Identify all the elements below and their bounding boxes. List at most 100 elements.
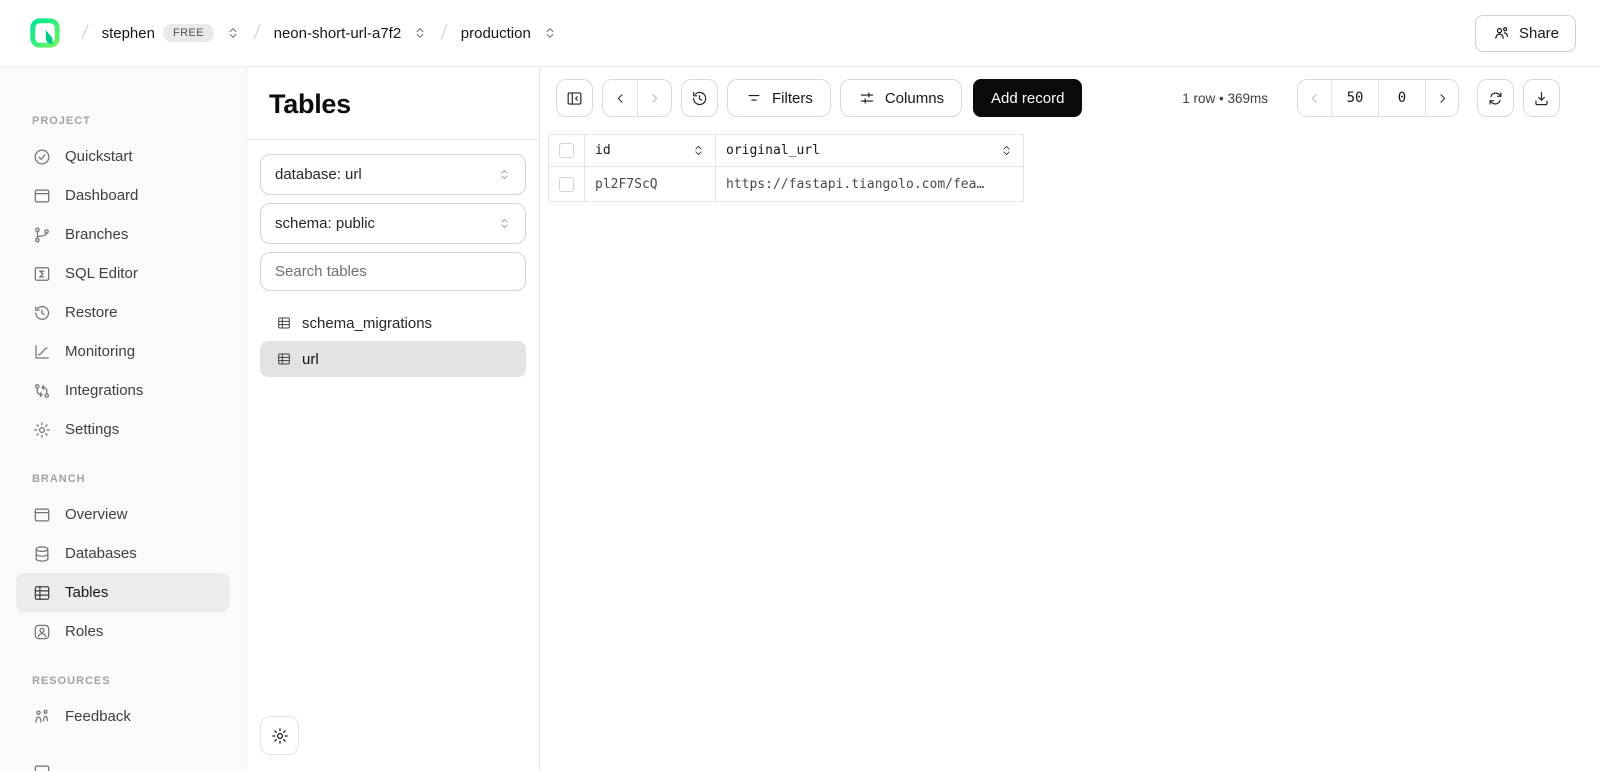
download-button[interactable]: [1523, 79, 1560, 117]
sidebar-item-settings[interactable]: Settings: [16, 410, 230, 449]
grid-row[interactable]: pl2F7ScQ https://fastapi.tiangolo.com/fe…: [549, 167, 1024, 202]
user-square-icon: [32, 622, 52, 642]
add-record-button[interactable]: Add record: [973, 79, 1082, 117]
sidebar-item-label: Feedback: [65, 708, 131, 725]
sidebar-section-branch: BRANCH: [32, 473, 230, 485]
share-label: Share: [1519, 25, 1559, 42]
sidebar-item-quickstart[interactable]: Quickstart: [16, 137, 230, 176]
row-count-stats: 1 row • 369ms: [1182, 91, 1288, 106]
sidebar-item-partial[interactable]: [16, 738, 230, 771]
sidebar-section-resources: RESOURCES: [32, 675, 230, 687]
refresh-button[interactable]: [1477, 79, 1514, 117]
git-compare-icon: [32, 381, 52, 401]
branch-name: production: [461, 25, 531, 42]
history-nav-group: [602, 79, 672, 117]
schema-select[interactable]: schema: public: [260, 203, 526, 244]
column-header-label: original_url: [726, 143, 820, 158]
chevron-updown-icon: [413, 26, 427, 40]
panel-settings-button[interactable]: [260, 716, 299, 755]
sidebar-item-label: Dashboard: [65, 187, 138, 204]
search-tables-input[interactable]: [260, 252, 526, 291]
table-icon: [276, 351, 292, 367]
sidebar-item-label: SQL Editor: [65, 265, 138, 282]
users-icon: [32, 707, 52, 727]
chevron-updown-icon: [226, 26, 240, 40]
sort-updown-icon[interactable]: [692, 144, 705, 157]
cell-original-url[interactable]: https://fastapi.tiangolo.com/fea…: [716, 167, 1024, 202]
gear-icon: [32, 420, 52, 440]
filter-icon: [745, 89, 763, 107]
sidebar-item-restore[interactable]: Restore: [16, 293, 230, 332]
share-button[interactable]: Share: [1475, 15, 1576, 52]
sort-updown-icon[interactable]: [1000, 144, 1013, 157]
sidebar-section-project: PROJECT: [32, 115, 230, 127]
breadcrumb-separator: /: [426, 22, 463, 45]
breadcrumb-project-selector[interactable]: neon-short-url-a7f2: [274, 25, 428, 42]
column-header-original-url[interactable]: original_url: [716, 135, 1024, 167]
sidebar-item-roles[interactable]: Roles: [16, 612, 230, 651]
sql-editor-icon: [32, 264, 52, 284]
page-size-field[interactable]: 50: [1331, 80, 1378, 116]
chevron-updown-icon: [543, 26, 557, 40]
forward-button[interactable]: [637, 80, 671, 116]
sidebar-item-feedback[interactable]: Feedback: [16, 697, 230, 736]
select-all-checkbox[interactable]: [559, 143, 574, 158]
breadcrumb-separator: /: [238, 22, 275, 45]
column-header-id[interactable]: id: [585, 135, 716, 167]
columns-label: Columns: [885, 90, 944, 107]
content: PROJECT Quickstart Dashboard Branches SQ…: [0, 67, 1600, 771]
collapse-panel-button[interactable]: [556, 79, 593, 117]
sidebar-item-monitoring[interactable]: Monitoring: [16, 332, 230, 371]
columns-button[interactable]: Columns: [840, 79, 962, 117]
neon-logo-icon[interactable]: [30, 18, 60, 48]
database-icon: [32, 544, 52, 564]
layout-icon: [32, 505, 52, 525]
grid-header-row: id original_url: [549, 135, 1024, 167]
tables-panel: Tables database: url schema: public: [247, 67, 540, 771]
database-select[interactable]: database: url: [260, 154, 526, 195]
sidebar-item-label: Roles: [65, 623, 103, 640]
sidebar-item-overview[interactable]: Overview: [16, 495, 230, 534]
grid-toolbar: Filters Columns Add record 1 row • 369ms…: [540, 67, 1600, 129]
table-icon: [32, 583, 52, 603]
sidebar-item-label: Integrations: [65, 382, 143, 399]
page-offset-field[interactable]: 0: [1378, 80, 1425, 116]
sidebar-item-branches[interactable]: Branches: [16, 215, 230, 254]
project-name: neon-short-url-a7f2: [274, 25, 402, 42]
filters-button[interactable]: Filters: [727, 79, 831, 117]
sidebar-item-integrations[interactable]: Integrations: [16, 371, 230, 410]
sidebar-item-sql-editor[interactable]: SQL Editor: [16, 254, 230, 293]
breadcrumb-org-selector[interactable]: stephen FREE: [102, 24, 241, 42]
sidebar-item-label: Monitoring: [65, 343, 135, 360]
breadcrumb: / stephen FREE / neon-short-url-a7f2 / p…: [68, 22, 557, 45]
filters-label: Filters: [772, 90, 813, 107]
row-checkbox[interactable]: [559, 177, 574, 192]
sliders-icon: [858, 89, 876, 107]
share-users-icon: [1492, 24, 1511, 43]
next-page-button[interactable]: [1425, 80, 1458, 116]
breadcrumb-branch-selector[interactable]: production: [461, 25, 557, 42]
column-header-label: id: [595, 143, 611, 158]
table-icon: [276, 315, 292, 331]
layout-icon: [32, 186, 52, 206]
breadcrumb-separator: /: [66, 22, 103, 45]
refresh-icon: [1486, 89, 1505, 108]
table-item-schema-migrations[interactable]: schema_migrations: [260, 305, 526, 341]
sidebar-item-dashboard[interactable]: Dashboard: [16, 176, 230, 215]
sidebar-item-label: Databases: [65, 545, 137, 562]
sidebar-item-databases[interactable]: Databases: [16, 534, 230, 573]
back-button[interactable]: [603, 80, 637, 116]
sidebar-item-label: Overview: [65, 506, 128, 523]
chevron-updown-icon: [498, 168, 511, 181]
check-circle-icon: [32, 147, 52, 167]
sidebar-item-tables[interactable]: Tables: [16, 573, 230, 612]
query-history-button[interactable]: [681, 79, 718, 117]
top-bar: / stephen FREE / neon-short-url-a7f2 / p…: [0, 0, 1600, 67]
gear-icon: [270, 726, 290, 746]
prev-page-button[interactable]: [1298, 80, 1331, 116]
table-item-label: url: [302, 351, 319, 368]
table-item-url[interactable]: url: [260, 341, 526, 377]
neon-console: / stephen FREE / neon-short-url-a7f2 / p…: [0, 0, 1600, 771]
cell-id[interactable]: pl2F7ScQ: [585, 167, 716, 202]
data-grid: id original_url: [540, 129, 1600, 202]
